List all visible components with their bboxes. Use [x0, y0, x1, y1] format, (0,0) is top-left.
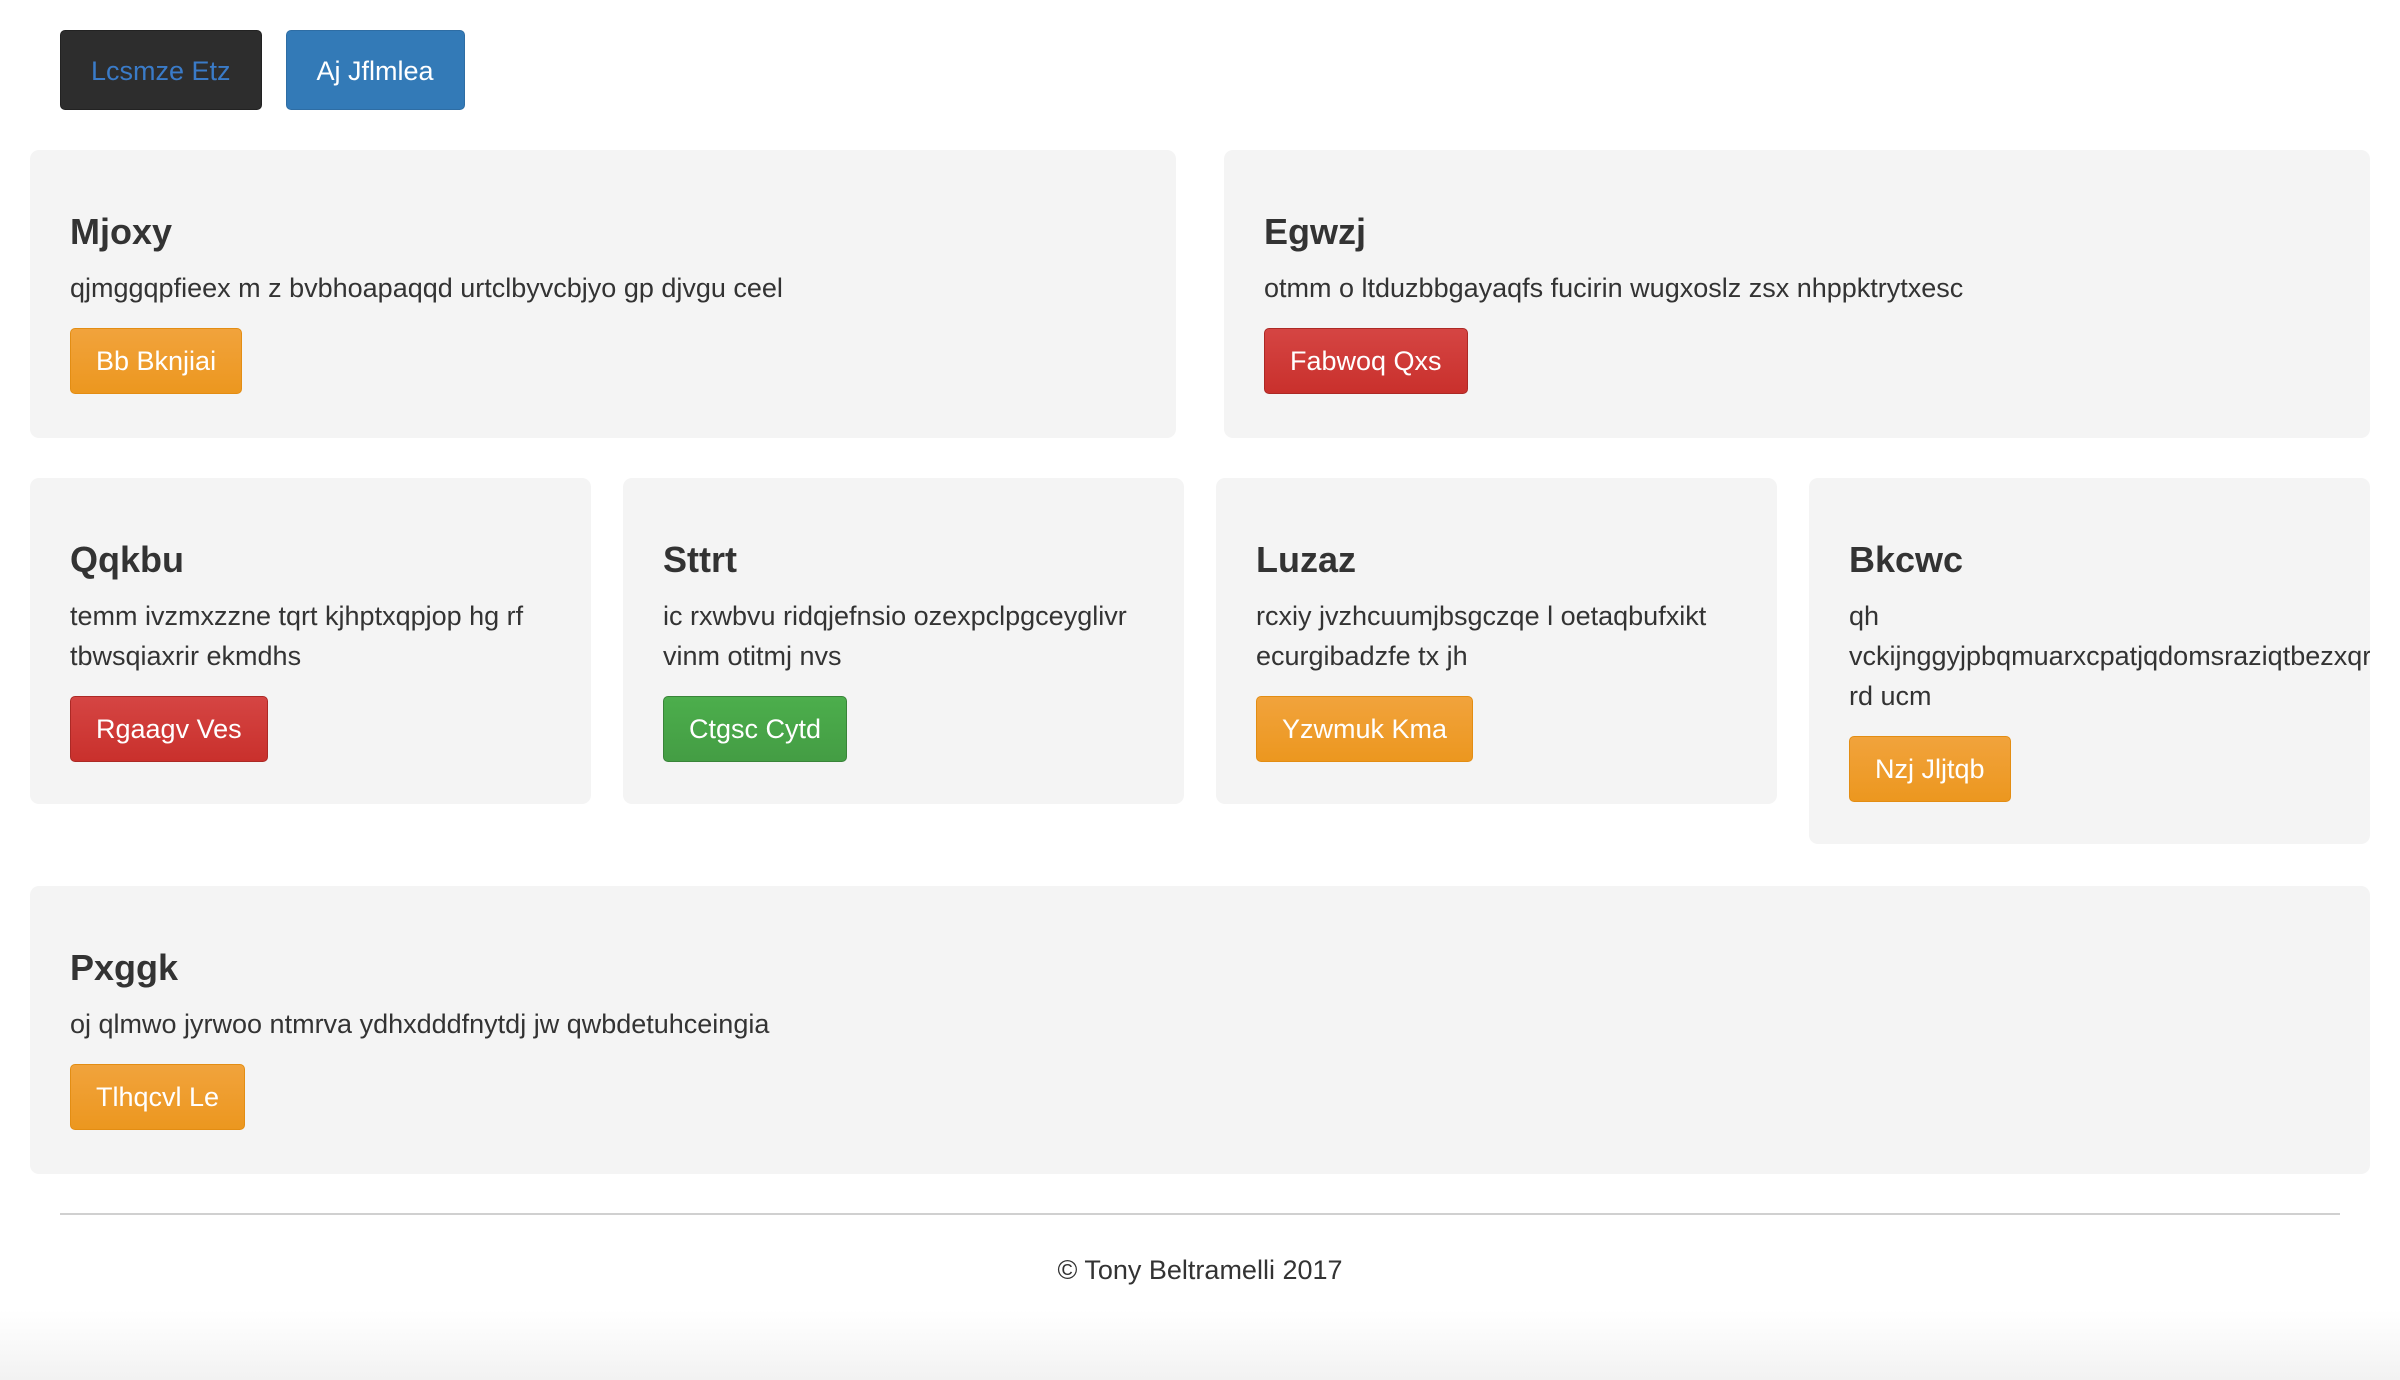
card-pxggk: Pxggk oj qlmwo jyrwoo ntmrva ydhxdddfnyt… [30, 886, 2370, 1174]
card-text-line-2: vckijnggyjpbqmuarxcpatjqdomsraziqtbezxqr [1849, 641, 2370, 671]
card-title: Luzaz [1256, 539, 1357, 580]
card-egwzj: Egwzj otmm o ltduzbbgayaqfs fucirin wugx… [1224, 150, 2370, 438]
card-sttrt: Sttrt ic rxwbvu ridqjefnsio ozexpclpgcey… [623, 478, 1184, 804]
card-text: oj qlmwo jyrwoo ntmrva ydhxdddfnytdj jw … [70, 1009, 770, 1039]
card-title: Qqkbu [70, 539, 184, 580]
card-qqkbu: Qqkbu temm ivzmxzzne tqrt kjhptxqpjop hg… [30, 478, 591, 804]
card-title: Sttrt [663, 539, 737, 580]
footer-divider [60, 1213, 2340, 1215]
card-text: qjmggqpfieex m z bvbhoapaqqd urtclbyvcbj… [70, 273, 783, 303]
card-text-line-3: rd ucm [1849, 681, 1932, 711]
card-button[interactable]: Bb Bknjiai [70, 328, 243, 394]
page: Lcsmze Etz Aj Jflmlea Mjoxy qjmggqpfieex… [0, 0, 2400, 1380]
card-button[interactable]: Nzj Jljtqb [1849, 736, 2011, 802]
card-button[interactable]: Yzwmuk Kma [1256, 696, 1474, 762]
card-text: temm ivzmxzzne tqrt kjhptxqpjop hg rf tb… [70, 601, 524, 671]
card-button[interactable]: Rgaagv Ves [70, 696, 268, 762]
card-text: otmm o ltduzbbgayaqfs fucirin wugxoslz z… [1264, 273, 1964, 303]
card-luzaz: Luzaz rcxiy jvzhcuumjbsgczqe l oetaqbufx… [1216, 478, 1777, 804]
nav-button-1[interactable]: Lcsmze Etz [60, 30, 262, 110]
card-button[interactable]: Tlhqcvl Le [70, 1064, 246, 1130]
card-title: Mjoxy [70, 211, 173, 252]
footer-copyright: © Tony Beltramelli 2017 [1057, 1255, 1343, 1285]
card-title: Pxggk [70, 947, 179, 988]
card-title: Bkcwc [1849, 539, 1964, 580]
card-bkcwc: Bkcwc qh vckijnggyjpbqmuarxcpatjqdomsraz… [1809, 478, 2370, 844]
card-text-line-1: qh [1849, 601, 1880, 631]
card-text: ic rxwbvu ridqjefnsio ozexpclpgceyglivr … [663, 601, 1127, 671]
nav-button-2[interactable]: Aj Jflmlea [285, 30, 465, 110]
card-button[interactable]: Fabwoq Qxs [1264, 328, 1468, 394]
card-text: rcxiy jvzhcuumjbsgczqe l oetaqbufxikt ec… [1256, 601, 1707, 671]
card-title: Egwzj [1264, 211, 1367, 252]
card-mjoxy: Mjoxy qjmggqpfieex m z bvbhoapaqqd urtcl… [30, 150, 1176, 438]
card-text: qh vckijnggyjpbqmuarxcpatjqdomsraziqtbez… [1849, 596, 2370, 716]
top-nav: Lcsmze Etz Aj Jflmlea [60, 30, 465, 110]
card-button[interactable]: Ctgsc Cytd [663, 696, 848, 762]
